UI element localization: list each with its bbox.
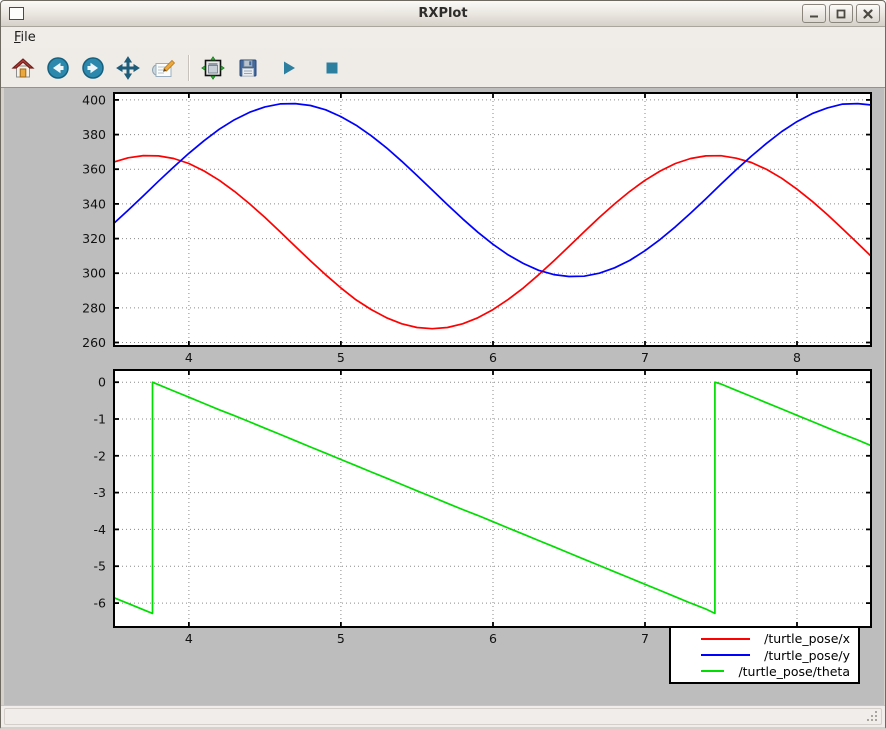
toolbar	[1, 48, 885, 87]
play-icon	[280, 59, 298, 77]
plots-svg[interactable]: 45678400380360340320300280260456780-1-2-…	[4, 88, 884, 705]
y-tick-label: 300	[82, 266, 106, 281]
legend: /turtle_pose/x /turtle_pose/y /turtle_po…	[669, 626, 860, 684]
y-tick-label: 380	[82, 127, 106, 142]
save-button[interactable]	[234, 53, 262, 83]
y-tick-label: 260	[82, 335, 106, 350]
y-tick-label: 400	[82, 92, 106, 107]
x-tick-label: 5	[337, 631, 345, 646]
y-tick-label: -1	[94, 412, 106, 427]
x-tick-label: 7	[641, 350, 649, 365]
stop-button[interactable]	[318, 53, 346, 83]
statusbar	[1, 705, 885, 727]
pan-button[interactable]	[114, 53, 142, 83]
minimize-icon	[809, 9, 819, 19]
zoom-edit-icon	[150, 56, 176, 80]
resize-grip-icon[interactable]	[866, 710, 879, 723]
home-button[interactable]	[9, 53, 37, 83]
figure-frame: 45678400380360340320300280260456780-1-2-…	[1, 87, 885, 705]
figure-canvas[interactable]: 45678400380360340320300280260456780-1-2-…	[4, 88, 884, 705]
close-icon	[863, 9, 873, 19]
menu-file-rest: ile	[21, 30, 36, 45]
minimize-button[interactable]	[802, 4, 826, 23]
x-tick-label: 7	[641, 631, 649, 646]
x-tick-label: 4	[185, 350, 193, 365]
x-tick-label: 6	[489, 350, 497, 365]
home-icon	[11, 56, 35, 80]
titlebar[interactable]: RXPlot	[1, 1, 885, 27]
y-tick-label: 280	[82, 300, 106, 315]
toolbar-separator	[188, 55, 190, 81]
back-arrow-icon	[46, 56, 70, 80]
close-button[interactable]	[856, 4, 880, 23]
menu-file[interactable]: File	[7, 28, 43, 47]
y-tick-label: 0	[98, 375, 106, 390]
legend-label: /turtle_pose/y	[764, 648, 850, 663]
stop-icon	[323, 59, 341, 77]
subplots-icon	[201, 56, 225, 80]
y-tick-label: 340	[82, 196, 106, 211]
window-title: RXPlot	[1, 6, 885, 21]
x-tick-label: 5	[337, 350, 345, 365]
play-button[interactable]	[275, 53, 303, 83]
y-tick-label: -5	[94, 559, 106, 574]
top-plot[interactable]: 4 5 6 7 8 400 380 360 340 320 300 280 260	[82, 92, 871, 365]
forward-button[interactable]	[79, 53, 107, 83]
configure-subplots-button[interactable]	[199, 53, 227, 83]
y-tick-label: -6	[94, 596, 107, 611]
statusbar-field	[4, 708, 882, 725]
forward-arrow-icon	[81, 56, 105, 80]
back-button[interactable]	[44, 53, 72, 83]
rxplot-window: RXPlot File	[0, 0, 886, 729]
y-tick-label: -4	[94, 522, 107, 537]
legend-item: /turtle_pose/x	[679, 631, 850, 646]
legend-line-y	[701, 654, 750, 656]
zoom-to-rect-button[interactable]	[149, 53, 177, 83]
save-floppy-icon	[236, 56, 260, 80]
y-tick-label: -3	[94, 485, 106, 500]
menubar: File	[1, 27, 885, 48]
legend-label: /turtle_pose/theta	[738, 664, 850, 679]
window-menu-icon[interactable]	[9, 7, 24, 20]
y-tick-label: 360	[82, 162, 106, 177]
x-tick-label: 4	[185, 631, 193, 646]
legend-item: /turtle_pose/theta	[679, 664, 850, 679]
maximize-button[interactable]	[829, 4, 853, 23]
legend-label: /turtle_pose/x	[764, 631, 850, 646]
legend-line-theta	[701, 670, 724, 672]
x-tick-label: 6	[489, 631, 497, 646]
legend-line-x	[701, 638, 750, 640]
y-tick-label: -2	[94, 448, 106, 463]
pan-move-icon	[116, 56, 140, 80]
legend-item: /turtle_pose/y	[679, 648, 850, 663]
x-tick-label: 8	[793, 350, 801, 365]
y-tick-label: 320	[82, 231, 106, 246]
maximize-icon	[836, 9, 846, 19]
bottom-plot[interactable]: 456780-1-2-3-4-5-6	[94, 370, 872, 646]
